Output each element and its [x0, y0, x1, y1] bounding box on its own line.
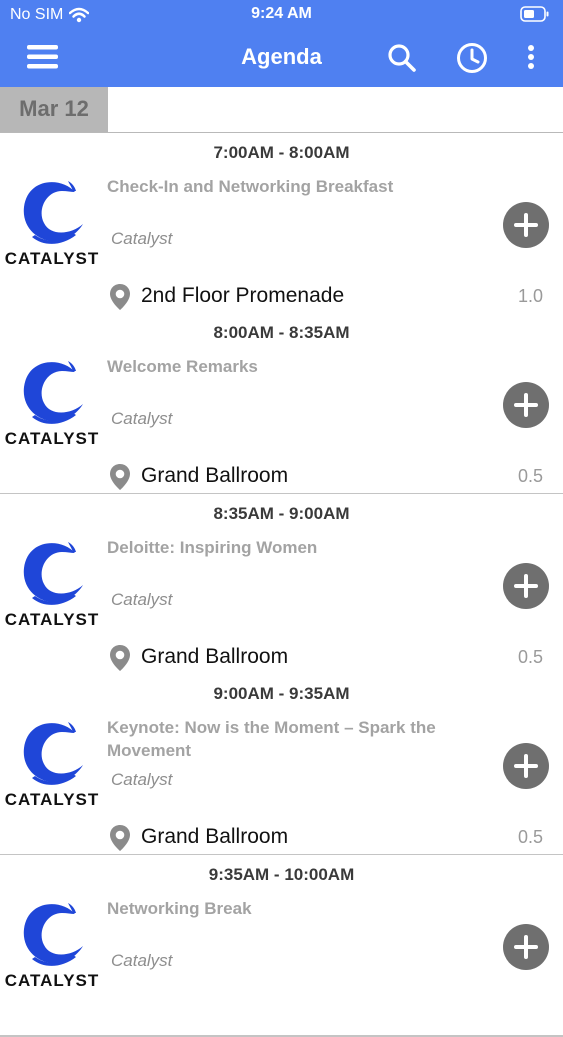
- add-to-schedule-button[interactable]: [503, 743, 549, 789]
- catalyst-wordmark: CATALYST: [4, 971, 100, 990]
- session-item[interactable]: 7:00AM - 8:00AM CATALYST Check-In and Ne…: [0, 133, 563, 315]
- session-title[interactable]: Welcome Remarks: [107, 355, 467, 378]
- date-tab-selected[interactable]: Mar 12: [0, 87, 108, 132]
- session-credit: 1.0: [517, 286, 543, 306]
- session-item[interactable]: 8:00AM - 8:35AM CATALYST Welcome Remarks…: [0, 313, 563, 495]
- session-location: Grand Ballroom: [141, 825, 289, 848]
- session-time: 9:35AM - 10:00AM: [208, 865, 355, 884]
- add-to-schedule-button[interactable]: [503, 924, 549, 970]
- catalyst-c-mark: [23, 181, 83, 244]
- clock-icon[interactable]: [456, 42, 488, 74]
- catalyst-c-mark: [23, 903, 83, 966]
- session-title[interactable]: Networking Break: [107, 897, 467, 920]
- session-item[interactable]: 8:35AM - 9:00AM CATALYST Deloitte: Inspi…: [0, 494, 563, 676]
- more-vertical-icon[interactable]: [526, 44, 536, 70]
- status-bar: No SIM 9:24 AM: [0, 0, 563, 30]
- session-title[interactable]: Deloitte: Inspiring Women: [107, 536, 467, 559]
- catalyst-wordmark: CATALYST: [4, 429, 100, 448]
- session-track: Catalyst: [111, 409, 173, 428]
- catalyst-logo: CATALYST: [2, 179, 102, 269]
- add-to-schedule-button[interactable]: [503, 382, 549, 428]
- session-time: 9:00AM - 9:35AM: [213, 684, 350, 703]
- session-time: 8:00AM - 8:35AM: [213, 323, 350, 342]
- session-track: Catalyst: [111, 770, 173, 789]
- session-item[interactable]: 9:35AM - 10:00AM CATALYST Networking Bre…: [0, 855, 563, 1037]
- session-location: Grand Ballroom: [141, 645, 289, 668]
- session-time: 7:00AM - 8:00AM: [213, 143, 350, 162]
- catalyst-wordmark: CATALYST: [4, 249, 100, 268]
- search-icon[interactable]: [387, 43, 417, 73]
- battery-icon: [520, 6, 549, 22]
- status-time: 9:24 AM: [251, 5, 312, 22]
- session-title[interactable]: Keynote: Now is the Moment – Spark the M…: [107, 716, 467, 762]
- catalyst-c-mark: [23, 361, 83, 424]
- session-track: Catalyst: [111, 229, 173, 248]
- location-pin-icon: [110, 825, 130, 851]
- session-track: Catalyst: [111, 590, 173, 609]
- session-location: Grand Ballroom: [141, 464, 289, 487]
- session-credit: 0.5: [517, 647, 543, 667]
- add-to-schedule-button[interactable]: [503, 202, 549, 248]
- session-location: 2nd Floor Promenade: [141, 284, 345, 307]
- add-to-schedule-button[interactable]: [503, 563, 549, 609]
- catalyst-logo: CATALYST: [2, 901, 102, 991]
- nav-bar: Agenda: [0, 30, 563, 87]
- session-item[interactable]: 9:00AM - 9:35AM CATALYST Keynote: Now is…: [0, 674, 563, 856]
- session-credit: 0.5: [517, 466, 543, 486]
- location-pin-icon: [110, 284, 130, 310]
- date-tabs-bar: Mar 12: [0, 87, 563, 133]
- catalyst-logo: CATALYST: [2, 720, 102, 810]
- location-pin-icon: [110, 645, 130, 671]
- session-track: Catalyst: [111, 951, 173, 970]
- catalyst-wordmark: CATALYST: [4, 790, 100, 809]
- catalyst-logo: CATALYST: [2, 359, 102, 449]
- catalyst-c-mark: [23, 542, 83, 605]
- catalyst-c-mark: [23, 722, 83, 785]
- location-pin-icon: [110, 464, 130, 490]
- catalyst-wordmark: CATALYST: [4, 610, 100, 629]
- catalyst-logo: CATALYST: [2, 540, 102, 630]
- session-time: 8:35AM - 9:00AM: [213, 504, 350, 523]
- session-title[interactable]: Check-In and Networking Breakfast: [107, 175, 467, 198]
- session-credit: 0.5: [517, 827, 543, 847]
